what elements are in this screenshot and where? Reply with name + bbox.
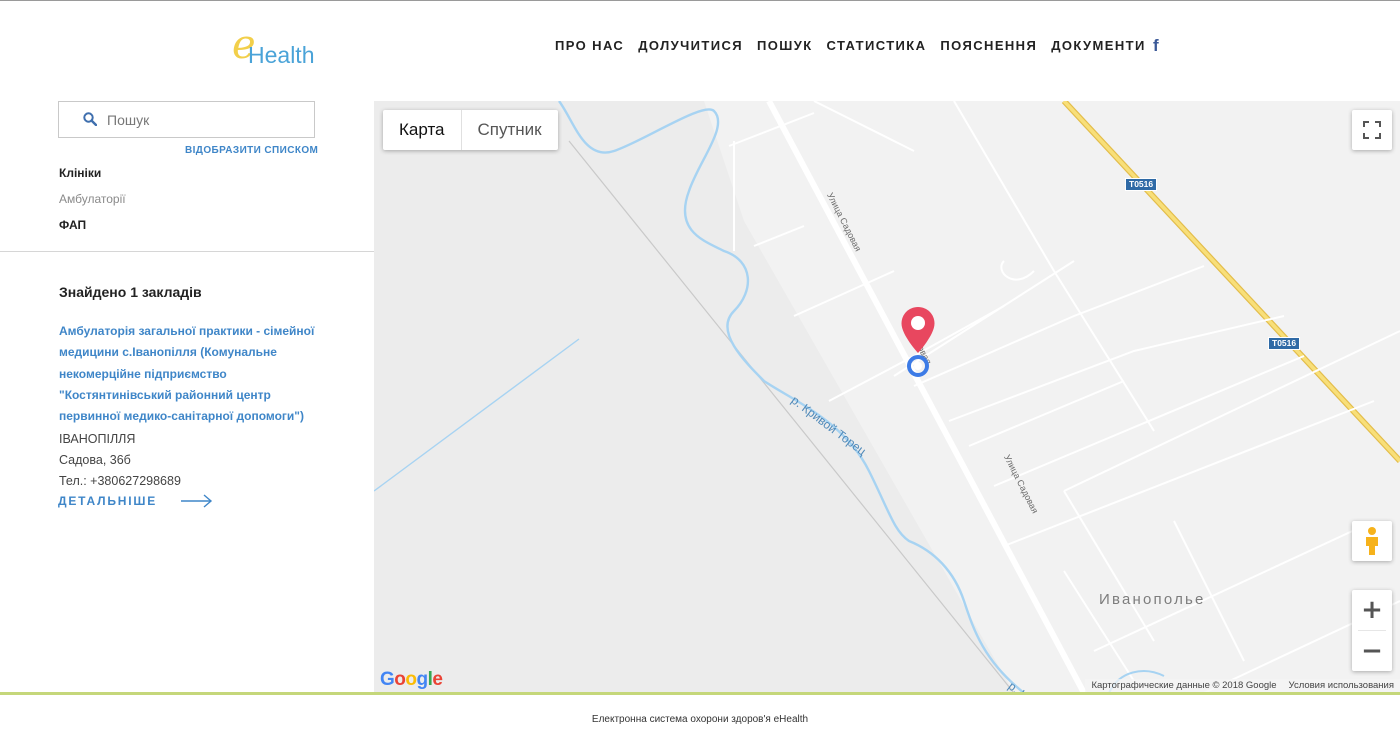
search-icon — [83, 112, 97, 126]
filter-ambulatories[interactable]: Амбулаторії — [59, 192, 126, 206]
footer: Електронна система охорони здоров'я eHea… — [0, 695, 1400, 746]
nav-documents[interactable]: ДОКУМЕНТИ — [1044, 38, 1153, 54]
main-nav: ПРО НАС ДОЛУЧИТИСЯ ПОШУК СТАТИСТИКА ПОЯС… — [548, 38, 1153, 54]
facebook-icon[interactable]: f — [1153, 37, 1159, 55]
road-shield: Т0516 — [1125, 178, 1158, 191]
nav-search[interactable]: ПОШУК — [750, 38, 820, 54]
pegman-icon — [1366, 527, 1378, 555]
arrow-right-icon — [181, 494, 213, 508]
results-count: Знайдено 1 закладів — [59, 284, 202, 300]
map-attribution: Картографические данные © 2018 Google Ус… — [1085, 679, 1400, 693]
nav-about[interactable]: ПРО НАС — [548, 38, 631, 54]
details-label: ДЕТАЛЬНІШЕ — [58, 494, 158, 508]
search-box — [58, 101, 315, 138]
zoom-out-button[interactable]: − — [1352, 631, 1392, 671]
filter-fap[interactable]: ФАП — [59, 218, 86, 232]
filter-clinics[interactable]: Клініки — [59, 166, 101, 180]
result-city: ІВАНОПІЛЛЯ — [59, 432, 136, 446]
zoom-control: + − — [1352, 590, 1392, 671]
result-phone: Тел.: +380627298689 — [59, 474, 181, 488]
details-link[interactable]: ДЕТАЛЬНІШЕ — [58, 494, 213, 508]
fullscreen-button[interactable] — [1352, 110, 1392, 150]
divider — [0, 251, 374, 252]
nav-explanations[interactable]: ПОЯСНЕННЯ — [933, 38, 1044, 54]
logo-text: Health — [248, 42, 315, 68]
town-label: Иванополье — [1099, 591, 1206, 608]
zoom-in-button[interactable]: + — [1352, 590, 1392, 630]
result-title-link[interactable]: Амбулаторія загальної практики - сімейно… — [59, 321, 329, 427]
map[interactable]: Улица Садовая Садовая Улица Садовая р. К… — [374, 101, 1400, 693]
nav-statistics[interactable]: СТАТИСТИКА — [820, 38, 934, 54]
ehealth-logo[interactable]: e Health — [232, 25, 332, 71]
map-type-map[interactable]: Карта — [383, 110, 461, 150]
show-as-list-link[interactable]: ВІДОБРАЗИТИ СПИСКОМ — [185, 145, 318, 156]
map-type-satellite[interactable]: Спутник — [462, 110, 558, 150]
footer-text: Електронна система охорони здоров'я eHea… — [591, 714, 809, 725]
fullscreen-icon — [1363, 121, 1381, 139]
result-address: Садова, 36б — [59, 453, 131, 467]
page: e Health ПРО НАС ДОЛУЧИТИСЯ ПОШУК СТАТИС… — [0, 0, 1400, 746]
map-marker-icon[interactable] — [900, 306, 936, 354]
map-type-control: Карта Спутник — [383, 110, 558, 150]
street-view-button[interactable] — [1352, 521, 1392, 561]
terms-link[interactable]: Условия использования — [1283, 679, 1400, 693]
search-input[interactable] — [107, 110, 307, 130]
map-base — [374, 101, 1400, 693]
google-logo: Google — [380, 669, 443, 690]
sidebar: ВІДОБРАЗИТИ СПИСКОМ Клініки Амбулаторії … — [0, 101, 374, 693]
header: e Health ПРО НАС ДОЛУЧИТИСЯ ПОШУК СТАТИС… — [0, 1, 1400, 101]
map-data-credit: Картографические данные © 2018 Google — [1091, 680, 1277, 691]
road-shield: Т0516 — [1268, 337, 1301, 350]
nav-join[interactable]: ДОЛУЧИТИСЯ — [631, 38, 750, 54]
location-dot-icon — [907, 355, 929, 377]
